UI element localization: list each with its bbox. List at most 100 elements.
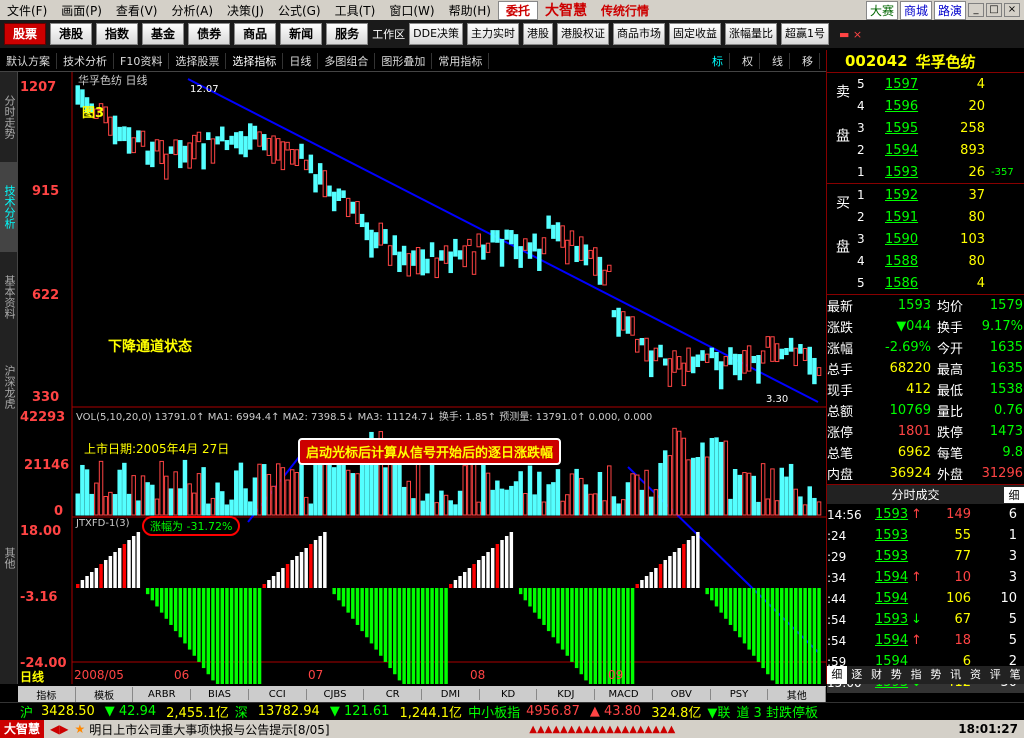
- news-ticker[interactable]: 明日上市公司重大事项快报与公告提示[8/05]: [89, 721, 529, 738]
- menu-file[interactable]: 文件(F): [0, 2, 54, 19]
- btab-other[interactable]: 其他: [768, 686, 827, 702]
- tab-daily[interactable]: 日线: [283, 52, 319, 69]
- tab-right[interactable]: 权: [736, 52, 760, 69]
- tab-common-indicator[interactable]: 常用指标: [432, 52, 490, 69]
- menu-tools[interactable]: 工具(T): [328, 2, 383, 19]
- menu-analyze[interactable]: 分析(A): [164, 2, 220, 19]
- sell-row[interactable]: 5 1597 4: [857, 73, 1024, 95]
- index-button[interactable]: 指数: [96, 23, 139, 45]
- gain-ratio-button[interactable]: 涨幅量比: [725, 23, 778, 45]
- entrust-button[interactable]: 委托: [497, 0, 538, 20]
- candle: [234, 132, 239, 149]
- btab-cr[interactable]: CR: [364, 688, 423, 700]
- commodity-button[interactable]: 商品: [234, 23, 277, 45]
- btab-dmi[interactable]: DMI: [422, 688, 480, 700]
- left-tab-timeshare[interactable]: 分时走势: [0, 72, 18, 162]
- qtab-news[interactable]: 讯: [946, 666, 966, 684]
- menu-decision[interactable]: 决策(J): [220, 2, 271, 19]
- menu-screen[interactable]: 画面(P): [54, 2, 109, 19]
- stock-button[interactable]: 股票: [4, 23, 47, 45]
- btab-bias[interactable]: BIAS: [191, 688, 249, 700]
- maximize-icon[interactable]: □: [986, 3, 1002, 17]
- dde-button[interactable]: DDE决策: [409, 23, 464, 45]
- menu-help[interactable]: 帮助(H): [442, 2, 498, 19]
- buy-row[interactable]: 4 1588 80: [857, 250, 1024, 272]
- left-tab-tech[interactable]: 技术分析: [0, 162, 18, 252]
- sell-row[interactable]: 1 1593 26 -357: [857, 161, 1024, 183]
- buy-row[interactable]: 1 1592 37: [857, 184, 1024, 206]
- toolbar-collapse-icon[interactable]: ▬ ×: [839, 28, 862, 41]
- commodity-market-button[interactable]: 商品市场: [613, 23, 666, 45]
- fixed-income-button[interactable]: 固定收益: [669, 23, 722, 45]
- left-tab-other[interactable]: 其他: [0, 432, 18, 684]
- btab-psy[interactable]: PSY: [711, 688, 769, 700]
- tab-line[interactable]: 线: [766, 52, 790, 69]
- news-button[interactable]: 新闻: [280, 23, 323, 45]
- sell-row[interactable]: 2 1594 893: [857, 139, 1024, 161]
- tab-overlay[interactable]: 图形叠加: [375, 52, 433, 69]
- tab-mark[interactable]: 标: [706, 52, 730, 69]
- link-label[interactable]: ▼联: [707, 702, 736, 721]
- btab-kd[interactable]: KD: [480, 688, 538, 700]
- left-tab-basic[interactable]: 基本资料: [0, 252, 18, 342]
- fund-button[interactable]: 基金: [142, 23, 185, 45]
- mall-link[interactable]: 商城: [899, 0, 932, 20]
- tab-select-stock[interactable]: 选择股票: [169, 52, 227, 69]
- service-button[interactable]: 服务: [326, 23, 369, 45]
- btab-obv[interactable]: OBV: [653, 688, 711, 700]
- qtab-trend[interactable]: 势: [886, 666, 906, 684]
- indicator-bar: [486, 552, 490, 588]
- super-win-button[interactable]: 超赢1号: [781, 23, 830, 45]
- tab-default-plan[interactable]: 默认方案: [0, 52, 57, 69]
- workspace-label[interactable]: 工作区: [372, 26, 405, 42]
- main-realtime-button[interactable]: 主力实时: [467, 23, 520, 45]
- roadshow-link[interactable]: 路演: [933, 0, 966, 20]
- minimize-icon[interactable]: _: [968, 3, 984, 17]
- hk-button[interactable]: 港股: [50, 23, 93, 45]
- tab-f10[interactable]: F10资料: [114, 52, 170, 69]
- btab-template[interactable]: 模板: [76, 686, 134, 702]
- menu-window[interactable]: 窗口(W): [382, 2, 441, 19]
- qtab-tick[interactable]: 逐: [847, 666, 867, 684]
- qtab-finance[interactable]: 财: [867, 666, 887, 684]
- sell-row[interactable]: 3 1595 258: [857, 117, 1024, 139]
- kline-chart[interactable]: [18, 72, 826, 684]
- menu-formula[interactable]: 公式(G): [271, 2, 328, 19]
- trade-list[interactable]: 14:56 1593 ↑ 149 6:24 1593 55 1:29 1593 77 3:34 159…: [827, 504, 1024, 693]
- chart-area[interactable]: 1207 915 622 330 华孚色纺 日线 12.07 图3 下降通道状态…: [18, 72, 826, 684]
- tab-select-indicator[interactable]: 选择指标: [226, 52, 284, 69]
- buy-row[interactable]: 5 1586 4: [857, 272, 1024, 294]
- close-icon[interactable]: ×: [1004, 3, 1020, 17]
- hk-warrant-button[interactable]: 港股权证: [557, 23, 610, 45]
- buy-row[interactable]: 3 1590 103: [857, 228, 1024, 250]
- btab-arbr[interactable]: ARBR: [133, 688, 192, 700]
- tab-multi-chart[interactable]: 多图组合: [318, 52, 376, 69]
- qtab-fund[interactable]: 资: [966, 666, 986, 684]
- qtab-index[interactable]: 指: [906, 666, 926, 684]
- btab-cci[interactable]: CCI: [249, 688, 307, 700]
- btab-cjbs[interactable]: CJBS: [307, 688, 365, 700]
- qtab-detail[interactable]: 细: [827, 666, 847, 684]
- zx-label[interactable]: 中小板指: [468, 702, 526, 721]
- sell-row[interactable]: 4 1596 20: [857, 95, 1024, 117]
- trade-detail-tab[interactable]: 细: [1004, 486, 1024, 503]
- qtab-review[interactable]: 评: [985, 666, 1005, 684]
- status-logo[interactable]: 大智慧: [0, 720, 45, 738]
- buy-row[interactable]: 2 1591 80: [857, 206, 1024, 228]
- indicator-bar: [290, 560, 294, 588]
- tab-tech-analysis[interactable]: 技术分析: [57, 52, 114, 69]
- btab-macd[interactable]: MACD: [595, 688, 653, 700]
- nav-arrows-icon[interactable]: ◀▶: [44, 722, 74, 736]
- menu-view[interactable]: 查看(V): [109, 2, 165, 19]
- bond-button[interactable]: 债券: [188, 23, 231, 45]
- tab-move[interactable]: 移: [796, 52, 820, 69]
- left-tab-dragon[interactable]: 沪深龙虎: [0, 342, 18, 432]
- sh-label[interactable]: 沪: [0, 702, 41, 721]
- hk-small-button[interactable]: 港股: [523, 23, 554, 45]
- contest-link[interactable]: 大赛: [865, 0, 898, 20]
- btab-kdj[interactable]: KDJ: [537, 688, 596, 700]
- qtab-stroke[interactable]: 笔: [1005, 666, 1024, 684]
- btab-indicator[interactable]: 指标: [18, 686, 76, 702]
- sz-label[interactable]: 深: [235, 702, 258, 721]
- qtab-momentum[interactable]: 势: [926, 666, 946, 684]
